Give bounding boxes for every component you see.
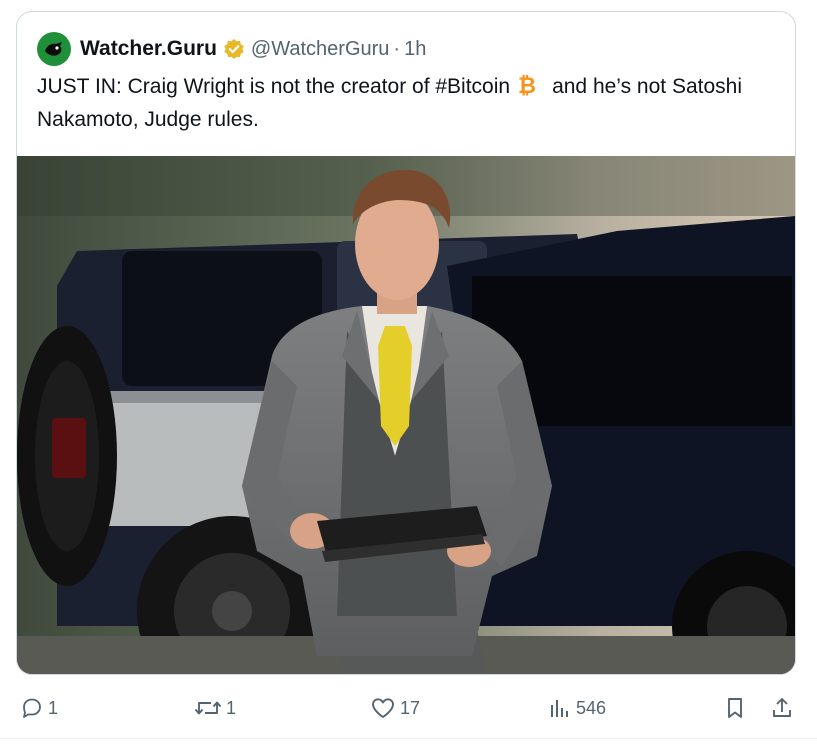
- author-handle[interactable]: @WatcherGuru: [251, 38, 390, 61]
- repost-button[interactable]: 1: [194, 696, 236, 720]
- bitcoin-icon: ₿: [516, 73, 538, 105]
- verified-badge-icon: [223, 38, 245, 60]
- author-name[interactable]: Watcher.Guru: [80, 37, 217, 61]
- bookmark-button[interactable]: [724, 696, 746, 720]
- reply-icon: [23, 698, 41, 718]
- share-icon: [773, 698, 791, 717]
- reply-count: 1: [48, 697, 59, 718]
- share-button[interactable]: [770, 696, 794, 720]
- like-count: 17: [400, 697, 421, 718]
- divider: [0, 738, 817, 739]
- repost-count: 1: [226, 697, 237, 718]
- tweet-header: Watcher.Guru @WatcherGuru · 1h: [37, 32, 426, 66]
- views-icon: [551, 700, 568, 717]
- avatar[interactable]: [37, 32, 71, 66]
- separator-dot: ·: [393, 37, 401, 60]
- tweet-text-line1: JUST IN: Craig Wright is not the creator…: [37, 75, 511, 98]
- tweet-card[interactable]: Watcher.Guru @WatcherGuru · 1h JUST IN: …: [16, 11, 796, 675]
- views-count: 546: [576, 697, 607, 718]
- svg-text:₿: ₿: [518, 74, 536, 97]
- views-button[interactable]: 546: [548, 696, 606, 720]
- tweet-photo[interactable]: [17, 156, 795, 674]
- bookmark-icon: [728, 698, 742, 718]
- tweet-timestamp[interactable]: 1h: [404, 38, 426, 61]
- like-button[interactable]: 17: [370, 696, 420, 720]
- tweet-text: JUST IN: Craig Wright is not the creator…: [37, 72, 767, 134]
- repost-icon: [194, 701, 222, 715]
- reply-button[interactable]: 1: [20, 696, 58, 720]
- tweet-actions: 1 1 17 546: [0, 690, 817, 730]
- avatar-logo-icon: [45, 42, 62, 56]
- like-icon: [372, 698, 394, 718]
